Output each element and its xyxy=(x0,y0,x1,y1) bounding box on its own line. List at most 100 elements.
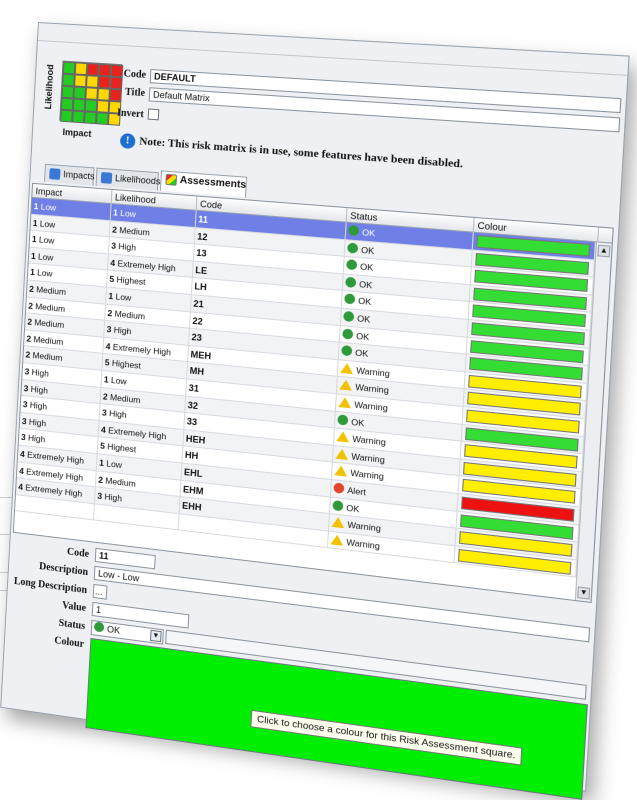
status-text: Warning xyxy=(351,450,386,465)
warning-status-icon xyxy=(334,465,348,477)
tab-likelihoods[interactable]: Likelihoods xyxy=(95,167,161,191)
matrix-cell xyxy=(86,75,99,88)
status-select-value: OK xyxy=(106,624,121,636)
level-text: 3 High xyxy=(101,407,127,421)
level-text: 2 Medium xyxy=(26,333,64,347)
matrix-cell xyxy=(84,99,98,113)
level-text: 5 Highest xyxy=(99,440,137,455)
matrix-cell xyxy=(62,73,75,87)
status-text: OK xyxy=(359,261,374,273)
warning-status-icon xyxy=(330,533,344,546)
status-text: OK xyxy=(357,295,372,308)
level-text: 1 Low xyxy=(108,290,132,303)
level-text: 3 High xyxy=(22,399,48,412)
invert-checkbox[interactable] xyxy=(147,108,160,121)
note-text: Note: This risk matrix is in use, some f… xyxy=(138,135,464,171)
ok-status-icon xyxy=(348,224,360,237)
matrix-cell xyxy=(84,111,97,125)
matrix-in-use-note: ! Note: This risk matrix is in use, some … xyxy=(119,132,464,173)
matrix-cell xyxy=(73,86,87,100)
level-text: 2 Medium xyxy=(25,349,63,364)
level-text: 1 Low xyxy=(32,217,56,230)
table-body: 1 Low 1 Low 11 OK 1 Low 2 Medium 12 OK 1 Low 3 Hi… xyxy=(14,197,596,578)
ok-status-icon xyxy=(343,310,355,323)
long-description-button[interactable]: ... xyxy=(92,583,108,600)
matrix-cell xyxy=(74,62,88,76)
colour-label: Colour xyxy=(54,635,85,651)
level-text: 1 Low xyxy=(98,457,123,470)
matrix-impact-label: Impact xyxy=(62,126,92,139)
status-text: OK xyxy=(354,347,369,360)
ok-status-icon xyxy=(337,413,349,426)
level-text: 5 Highest xyxy=(109,274,146,288)
value-label: Value xyxy=(61,600,87,615)
level-text: 2 Medium xyxy=(107,307,146,321)
ok-status-icon xyxy=(345,276,357,288)
status-text: OK xyxy=(361,227,376,239)
risk-matrix-window-stage: Likelihood Impact Code DEFAULT Title Def… xyxy=(0,22,630,800)
title-label: Title xyxy=(124,86,146,100)
status-text: OK xyxy=(358,278,373,291)
detail-code-label: Code xyxy=(66,546,90,561)
status-text: OK xyxy=(346,502,360,514)
ok-status-icon xyxy=(344,293,356,305)
level-text: 3 High xyxy=(111,240,137,253)
matrix-cell xyxy=(72,98,86,112)
level-text: 1 Low xyxy=(103,374,127,387)
level-text: 2 Medium xyxy=(102,390,141,405)
assessments-table: Impact Likelihood Code Status Colour 1 L… xyxy=(12,182,614,604)
chevron-down-icon[interactable]: ▼ xyxy=(149,629,162,643)
tab-label: Assessments xyxy=(179,174,247,192)
tab-impacts[interactable]: Impacts xyxy=(44,163,95,186)
matrix-cell xyxy=(98,63,112,77)
warning-status-icon xyxy=(338,396,352,409)
warning-status-icon xyxy=(331,516,345,529)
colour-tooltip: Click to choose a colour for this Risk A… xyxy=(250,709,523,766)
long-description-label: Long Description xyxy=(13,575,88,597)
status-text: Alert xyxy=(347,484,367,498)
level-text: 2 Medium xyxy=(111,223,151,238)
status-text: OK xyxy=(356,313,371,325)
shield-icon xyxy=(49,168,61,181)
level-text: 3 High xyxy=(21,415,47,429)
risk-matrix-window: Likelihood Impact Code DEFAULT Title Def… xyxy=(0,22,630,800)
matrix-cell xyxy=(85,87,98,101)
warning-status-icon xyxy=(335,448,349,460)
scroll-up-arrow-icon[interactable]: ▲ xyxy=(597,244,611,258)
level-text: 2 Medium xyxy=(98,474,137,489)
status-text: Warning xyxy=(350,467,385,482)
warning-status-icon xyxy=(340,362,354,374)
matrix-cell xyxy=(97,87,110,101)
status-text: Warning xyxy=(356,364,391,379)
tab-label: Likelihoods xyxy=(114,173,161,187)
level-text: 3 High xyxy=(20,432,46,445)
tab-bar: Impacts Likelihoods Assessments xyxy=(44,163,248,198)
matrix-likelihood-label: Likelihood xyxy=(43,64,56,110)
status-text: Warning xyxy=(347,519,382,534)
level-text: 2 Medium xyxy=(27,316,65,331)
status-text: Warning xyxy=(354,399,389,413)
status-text: Warning xyxy=(346,536,381,551)
ok-status-icon xyxy=(347,242,359,254)
matrix-cell xyxy=(60,97,74,111)
level-text: 3 High xyxy=(24,366,50,379)
level-text: 3 High xyxy=(23,382,49,396)
matrix-cell xyxy=(86,63,100,76)
matrix-cell xyxy=(61,85,75,99)
code-label: Code xyxy=(123,68,147,81)
level-text: 5 Highest xyxy=(104,357,142,372)
status-text: OK xyxy=(350,416,365,428)
level-text: 4 Extremely High xyxy=(110,257,176,274)
level-text: 3 High xyxy=(106,324,132,337)
warning-status-icon xyxy=(336,430,350,443)
status-label: Status xyxy=(58,617,86,633)
scroll-down-arrow-icon[interactable]: ▼ xyxy=(577,586,591,600)
level-text: 3 High xyxy=(97,490,123,504)
matrix-icon xyxy=(165,173,178,186)
matrix-cell xyxy=(62,61,76,75)
shield-icon xyxy=(100,172,113,185)
status-text: OK xyxy=(360,244,375,256)
alert-status-icon xyxy=(333,482,345,494)
warning-status-icon xyxy=(339,379,353,392)
level-text: 1 Low xyxy=(31,234,55,246)
